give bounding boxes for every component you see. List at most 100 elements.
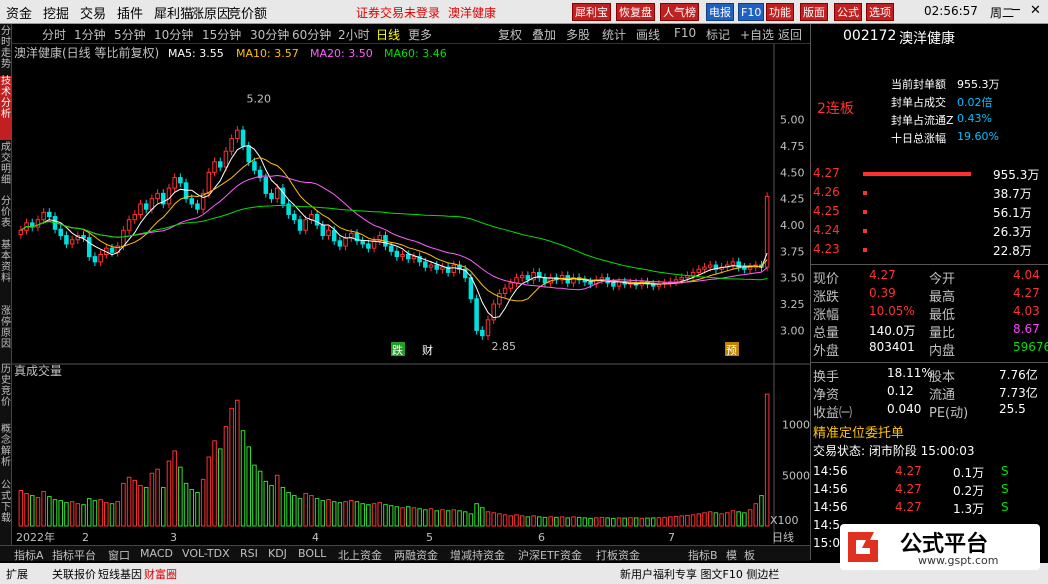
y-tick-0: 5.00 (780, 114, 805, 127)
volume-bar (240, 430, 246, 527)
indicator-tab-8[interactable]: 北上资金 (338, 547, 382, 563)
volume-bar (274, 474, 280, 527)
status-item-1[interactable]: 关联报价 (52, 566, 96, 582)
warn-stock-name[interactable]: 澳洋健康 (448, 4, 496, 21)
menu-item-5[interactable]: 涨原因 (191, 3, 230, 22)
volume-bar (434, 510, 439, 527)
fin-k2-2: PE(动) (929, 406, 969, 421)
candle (246, 145, 251, 163)
status-item-2[interactable]: 短线基因 (98, 566, 142, 582)
indicator-tab-10[interactable]: 增减持资金 (450, 547, 505, 563)
period-0[interactable]: 分时 (42, 26, 66, 43)
y-tick-7: 3.25 (780, 298, 805, 311)
tick-price-2: 4.27 (895, 500, 922, 514)
event-marker-2[interactable]: 预 (726, 344, 737, 357)
login-warning[interactable]: 证券交易未登录 (356, 4, 440, 21)
indicator-tab-11[interactable]: 沪深ETF资金 (518, 547, 582, 563)
indicator-tab-4[interactable]: VOL-TDX (182, 547, 230, 560)
period-8[interactable]: 日线 (376, 26, 400, 43)
top-button-4[interactable]: F10 (738, 3, 765, 21)
indicator-tab-9[interactable]: 两融资金 (394, 547, 438, 563)
menu-item-2[interactable]: 交易 (80, 3, 106, 22)
left-tab-3[interactable]: 分价表 (0, 196, 12, 238)
tool-4[interactable]: 画线 (636, 26, 660, 43)
top-button-0[interactable]: 犀利宝 (572, 3, 611, 21)
left-tab-2[interactable]: 成交明细 (0, 142, 12, 194)
tick-time-2: 14:56 (813, 500, 848, 514)
status-right[interactable]: 新用户福利专享 图文F10 侧边栏 (620, 566, 779, 582)
indicator-tab-12[interactable]: 打板资金 (596, 547, 640, 563)
close-icon[interactable]: ✕ (1030, 3, 1041, 18)
volume-bar (690, 514, 696, 527)
event-marker-0[interactable]: 跌 (392, 343, 403, 357)
status-item-3[interactable]: 财富圈 (144, 566, 177, 582)
volume-bar (349, 500, 354, 527)
tool-1[interactable]: 叠加 (532, 26, 556, 43)
left-tab-1[interactable]: 技术分析 (0, 76, 12, 140)
trade-state: 交易状态: 闭市阶段 15:00:03 (813, 444, 975, 458)
tick-time-4: 15:0 (813, 536, 840, 550)
left-tab-0[interactable]: 分时走势 (0, 26, 12, 74)
indicator-tab-14[interactable]: 模 (726, 547, 737, 563)
tool-0[interactable]: 复权 (498, 26, 522, 43)
tool-6[interactable]: 标记 (706, 26, 730, 43)
order-title: 精准定位委托单 (813, 426, 905, 441)
x-label-4: 5 (426, 531, 433, 544)
indicator-tab-0[interactable]: 指标A (14, 547, 44, 563)
kline-chart[interactable]: 澳洋健康(日线 等比前复权) MA5: 3.55 MA10: 3.57 MA20: 3… (12, 44, 810, 544)
candle (349, 232, 354, 239)
period-5[interactable]: 30分钟 (250, 26, 289, 43)
top-button-1[interactable]: 恢复盘 (616, 3, 655, 21)
left-tab-4[interactable]: 基本资料 (0, 240, 12, 304)
period-toolbar: 分时 1分钟 5分钟 10分钟 15分钟 30分钟 60分钟 2小时 日线 更多 复权 叠加 多股 统计画… (12, 24, 810, 44)
left-tab-8[interactable]: 公式下载 (0, 480, 12, 534)
tool-3[interactable]: 统计 (602, 26, 626, 43)
indicator-tab-15[interactable]: 板 (744, 547, 755, 563)
menu-item-1[interactable]: 挖掘 (43, 3, 69, 22)
period-4[interactable]: 15分钟 (202, 26, 241, 43)
indicator-tab-6[interactable]: KDJ (268, 547, 287, 560)
tool-2[interactable]: 多股 (566, 26, 590, 43)
period-7[interactable]: 2小时 (338, 26, 370, 43)
tool-8[interactable]: 返回 (778, 26, 802, 43)
event-marker-1[interactable]: 财 (422, 343, 433, 357)
left-tab-6[interactable]: 历史竞价 (0, 364, 12, 422)
top-button-2[interactable]: 人气榜 (660, 3, 699, 21)
top-button-8[interactable]: 选项 (866, 3, 894, 21)
tool-7[interactable]: +自选 (740, 26, 774, 43)
indicator-tab-3[interactable]: MACD (140, 547, 173, 560)
volume-bar (47, 496, 52, 527)
period-9[interactable]: 更多 (408, 26, 432, 43)
status-item-0[interactable]: 扩展 (6, 566, 28, 582)
quote-k2-1: 最高 (929, 290, 956, 305)
volume-bar (462, 511, 468, 527)
top-button-3[interactable]: 电报 (706, 3, 734, 21)
y-tick-5: 3.75 (780, 245, 805, 258)
minimize-icon[interactable]: ─ (1012, 3, 1020, 18)
menu-item-6[interactable]: 竞价额 (228, 3, 267, 22)
indicator-tab-7[interactable]: BOLL (298, 547, 326, 560)
period-3[interactable]: 10分钟 (154, 26, 193, 43)
x-label-7: 日线 (772, 530, 794, 544)
quote-k2-4: 内盘 (929, 344, 956, 359)
period-2[interactable]: 5分钟 (114, 26, 146, 43)
bid-vol-1: 38.7万 (993, 187, 1032, 201)
candle (18, 229, 24, 235)
candle (702, 266, 707, 270)
indicator-tab-2[interactable]: 窗口 (108, 547, 130, 563)
indicator-tab-1[interactable]: 指标平台 (52, 547, 96, 563)
tool-5[interactable]: F10 (674, 26, 696, 40)
left-tab-7[interactable]: 概念解析 (0, 424, 12, 478)
period-1[interactable]: 1分钟 (74, 26, 106, 43)
fin-k2-0: 股本 (929, 370, 956, 385)
menu-item-0[interactable]: 资金 (6, 3, 32, 22)
menu-item-3[interactable]: 插件 (117, 3, 143, 22)
indicator-tab-5[interactable]: RSI (240, 547, 258, 560)
top-button-7[interactable]: 公式 (834, 3, 862, 21)
indicator-tab-13[interactable]: 指标B (688, 547, 718, 563)
left-tab-5[interactable]: 涨停原因 (0, 306, 12, 362)
top-button-5[interactable]: 功能 (766, 3, 794, 21)
top-button-6[interactable]: 版面 (800, 3, 828, 21)
period-6[interactable]: 60分钟 (292, 26, 331, 43)
menu-item-4[interactable]: 犀利猫 (154, 3, 193, 22)
